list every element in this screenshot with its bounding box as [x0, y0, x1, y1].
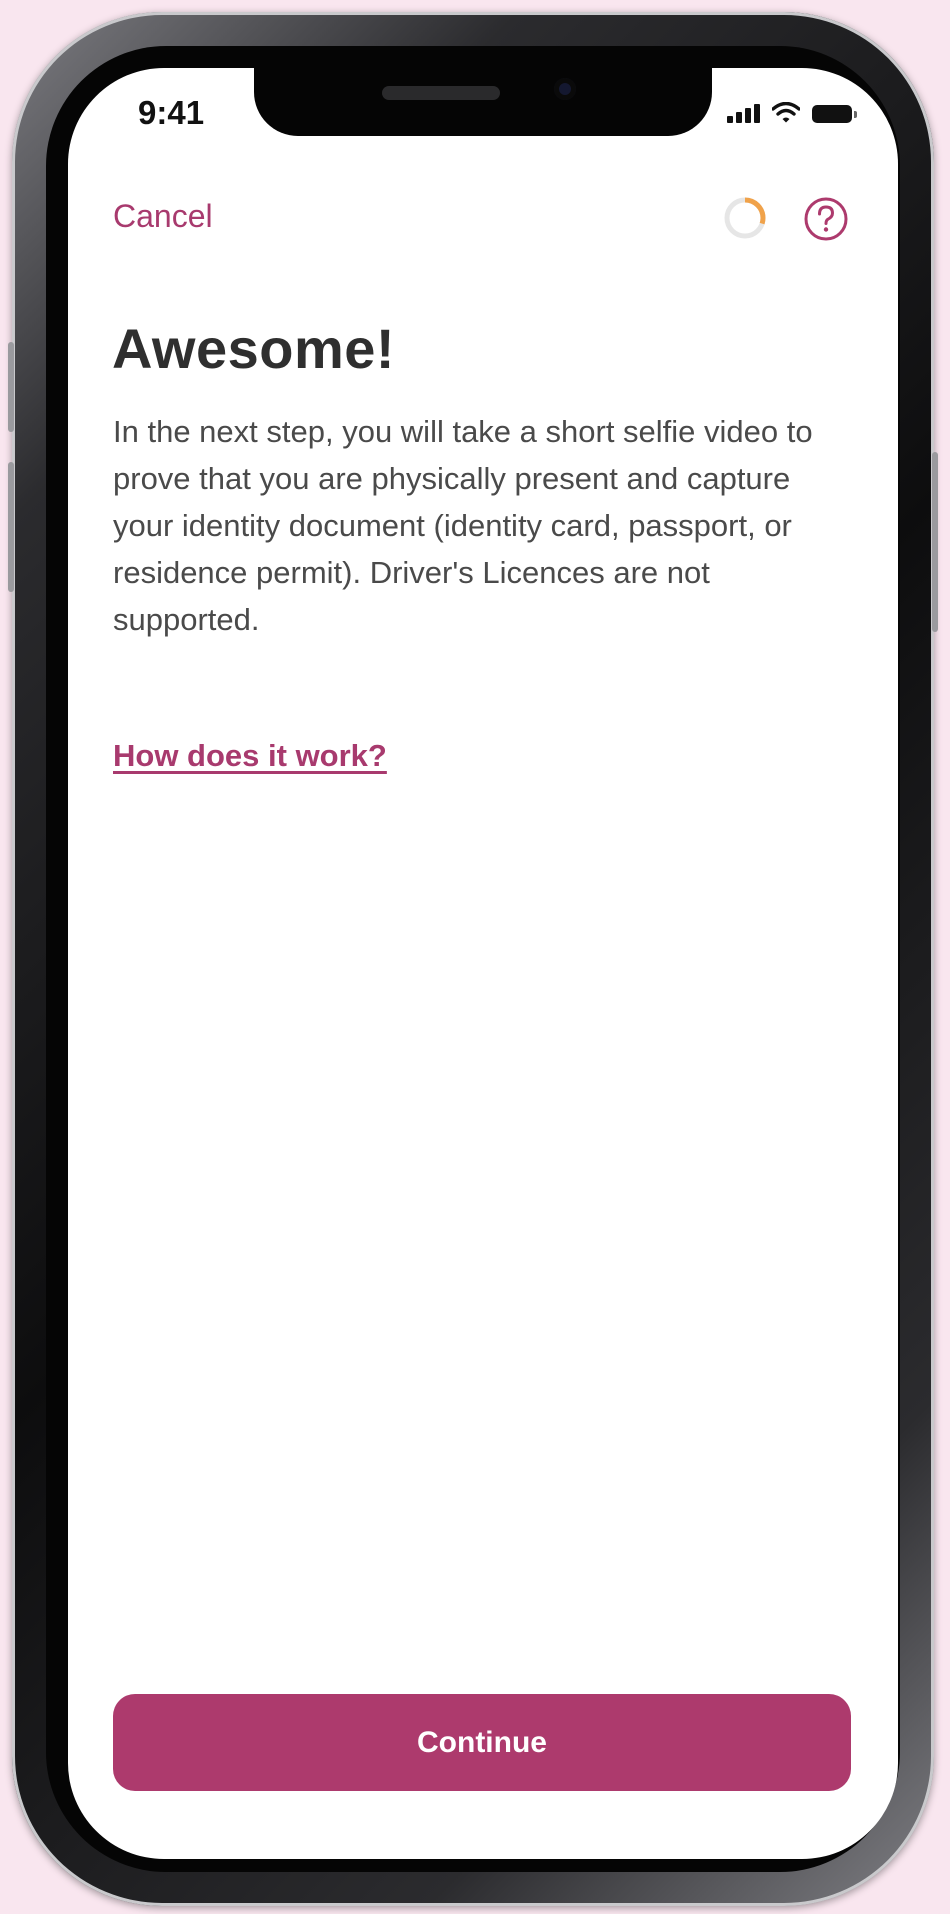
cellular-signal-icon: [727, 104, 760, 123]
phone-screen: 9:41 Cancel Awesome! In the next step, y…: [68, 68, 898, 1859]
notch: [254, 68, 712, 136]
question-mark-circle-icon[interactable]: [803, 196, 849, 242]
how-does-it-work-link[interactable]: How does it work?: [113, 738, 387, 774]
cancel-button[interactable]: Cancel: [113, 198, 213, 235]
front-camera: [554, 78, 576, 100]
status-icons: [727, 102, 857, 123]
side-button: [932, 452, 938, 632]
page-title: Awesome!: [112, 317, 396, 380]
side-button: [8, 462, 14, 592]
wifi-icon: [772, 102, 800, 123]
speaker-grille: [382, 86, 500, 100]
description-text: In the next step, you will take a short …: [113, 414, 813, 637]
battery-icon: [812, 105, 857, 123]
progress-ring-icon: [724, 197, 766, 239]
continue-button[interactable]: Continue: [113, 1694, 851, 1791]
status-time: 9:41: [138, 94, 205, 131]
side-button: [8, 342, 14, 432]
